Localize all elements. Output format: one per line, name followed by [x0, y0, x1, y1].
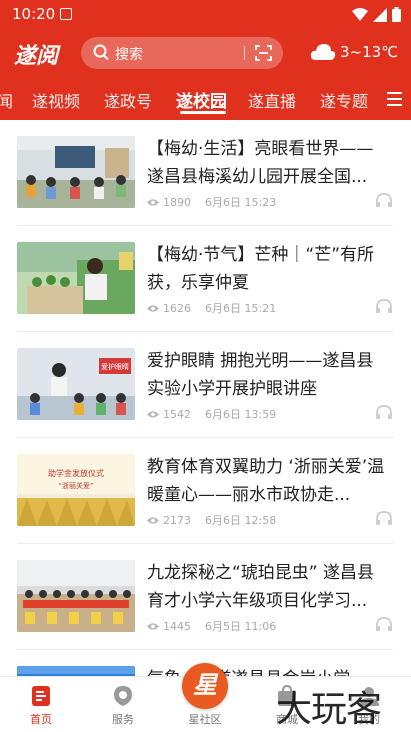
news-item[interactable]: 爱护眼睛 爱护眼睛 拥抱光明——遂昌县实验小学开展护眼讲座 1542 6月6日 …	[0, 332, 411, 438]
tab-government[interactable]: 遂政号	[104, 88, 152, 112]
headphones-icon[interactable]	[375, 404, 393, 420]
search-divider	[244, 46, 245, 60]
thumbnail-line-text: “浙丽关爱”	[58, 481, 93, 490]
eye-icon	[147, 622, 159, 630]
tab-news[interactable]: 闻	[0, 88, 13, 112]
services-icon	[114, 686, 132, 706]
nav-label: 首页	[30, 713, 52, 726]
status-icons	[352, 7, 401, 22]
news-thumbnail	[17, 242, 135, 314]
notification-icon	[60, 8, 72, 20]
news-meta: 1542 6月6日 13:59	[147, 406, 276, 422]
view-count: 1542	[163, 407, 191, 421]
news-item[interactable]: 【梅幼·生活】亮眼看世界——遂昌县梅溪幼儿园开展全国... 1890 6月6日 …	[0, 120, 411, 226]
eye-icon	[147, 516, 159, 524]
news-meta: 1890 6月6日 15:23	[147, 194, 276, 210]
thumbnail-banner-text: 爱护眼睛	[101, 362, 129, 371]
channel-menu-icon[interactable]	[377, 78, 411, 120]
active-tab-indicator	[180, 111, 226, 114]
tab-special[interactable]: 遂专题	[320, 88, 368, 112]
publish-time: 6月6日 15:21	[205, 302, 277, 315]
publish-time: 6月6日 15:23	[205, 196, 277, 209]
news-item[interactable]: 助学金发放仪式 “浙丽关爱” 教育体育双翼助力 ‘浙丽关爱’温暖童心——丽水市政…	[0, 438, 411, 544]
search-icon	[93, 44, 109, 61]
news-thumbnail: 助学金发放仪式 “浙丽关爱”	[17, 454, 135, 526]
channel-tab-bar: 闻 遂视频 遂政号 遂校园 遂直播 遂专题	[0, 78, 411, 120]
star-community-icon: 星	[182, 663, 228, 709]
publish-time: 6月5日 11:06	[205, 620, 277, 633]
eye-icon	[147, 410, 159, 418]
news-meta: 2173 6月6日 12:58	[147, 512, 276, 528]
news-meta: 1626 6月6日 15:21	[147, 300, 276, 316]
view-count: 2173	[163, 513, 191, 527]
headphones-icon[interactable]	[375, 298, 393, 314]
news-title[interactable]: 气象...全道遂昌县金岸小学	[147, 665, 387, 676]
eye-icon	[147, 304, 159, 312]
news-thumbnail: 爱护眼睛	[17, 348, 135, 420]
signal-icon	[373, 7, 387, 22]
eye-icon	[147, 198, 159, 206]
cloud-icon	[310, 44, 336, 60]
nav-services[interactable]: 服务	[82, 677, 164, 732]
nav-label: 星社区	[188, 713, 222, 726]
news-item[interactable]: 【梅幼·节气】芒种｜“芒”有所获，乐享仲夏 1626 6月6日 15:21	[0, 226, 411, 332]
tab-video[interactable]: 遂视频	[32, 88, 80, 112]
news-thumbnail	[17, 560, 135, 632]
weather-temperature: 3~13℃	[340, 43, 399, 61]
app-logo[interactable]: 遂阅	[14, 38, 58, 70]
news-thumbnail	[17, 136, 135, 208]
publish-time: 6月6日 13:59	[205, 408, 277, 421]
view-count: 1626	[163, 301, 191, 315]
wifi-icon	[352, 7, 368, 21]
view-count: 1890	[163, 195, 191, 209]
thumbnail-line-text: 助学金发放仪式	[48, 468, 104, 478]
news-title[interactable]: 【梅幼·节气】芒种｜“芒”有所获，乐享仲夏	[147, 241, 387, 297]
status-time: 10:20	[12, 5, 56, 23]
news-title[interactable]: 爱护眼睛 拥抱光明——遂昌县实验小学开展护眼讲座	[147, 347, 387, 403]
news-item[interactable]: 九龙探秘之“琥珀昆虫” 遂昌县育才小学六年级项目化学习... 1445 6月5日…	[0, 544, 411, 650]
app-header: 遂阅 搜索 3~13℃	[0, 30, 411, 78]
battery-icon	[392, 7, 401, 22]
search-input[interactable]: 搜索	[81, 37, 283, 69]
nav-label: 服务	[112, 713, 134, 726]
news-feed[interactable]: 【梅幼·生活】亮眼看世界——遂昌县梅溪幼儿园开展全国... 1890 6月6日 …	[0, 120, 411, 676]
news-title[interactable]: 教育体育双翼助力 ‘浙丽关爱’温暖童心——丽水市政协走...	[147, 453, 387, 509]
view-count: 1445	[163, 619, 191, 633]
tab-live[interactable]: 遂直播	[248, 88, 296, 112]
home-icon	[32, 686, 50, 706]
news-title[interactable]: 九龙探秘之“琥珀昆虫” 遂昌县育才小学六年级项目化学习...	[147, 559, 387, 615]
search-placeholder: 搜索	[115, 47, 143, 63]
weather-widget[interactable]: 3~13℃	[310, 42, 398, 62]
watermark-text: 大玩客	[276, 689, 382, 730]
news-meta: 1445 6月5日 11:06	[147, 618, 276, 634]
status-bar: 10:20	[0, 0, 411, 30]
headphones-icon[interactable]	[375, 616, 393, 632]
headphones-icon[interactable]	[375, 192, 393, 208]
nav-star-community[interactable]: 星 星社区	[164, 663, 246, 732]
scan-icon[interactable]	[255, 45, 272, 61]
tab-campus[interactable]: 遂校园	[176, 87, 227, 112]
news-thumbnail	[17, 666, 135, 676]
headphones-icon[interactable]	[375, 510, 393, 526]
nav-home[interactable]: 首页	[0, 677, 82, 732]
publish-time: 6月6日 12:58	[205, 514, 277, 527]
news-title[interactable]: 【梅幼·生活】亮眼看世界——遂昌县梅溪幼儿园开展全国...	[147, 135, 387, 191]
